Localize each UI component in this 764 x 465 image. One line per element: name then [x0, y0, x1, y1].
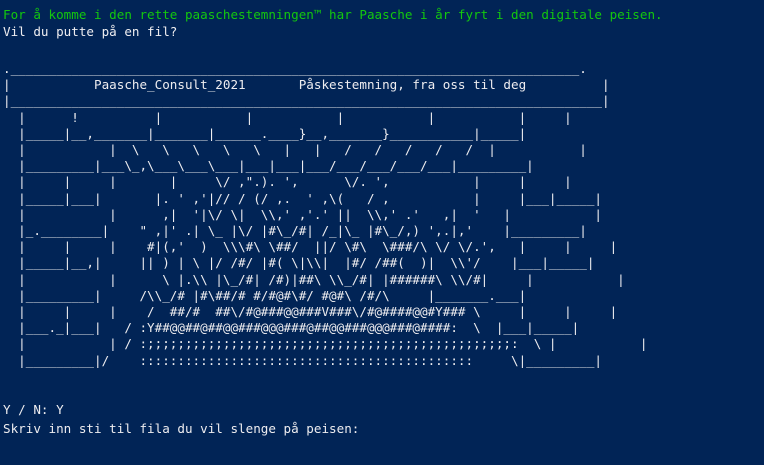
question-prompt: Vil du putte på en fil?: [3, 24, 178, 39]
intro-message: For å komme i den rette paaschestemninge…: [3, 7, 663, 22]
fireplace-ascii-art: ._______________________________________…: [3, 61, 648, 368]
answer-input-line: Y / N: Y: [3, 402, 64, 417]
terminal-window[interactable]: For å komme i den rette paaschestemninge…: [0, 0, 764, 465]
file-path-prompt[interactable]: Skriv inn sti til fila du vil slenge på …: [3, 421, 359, 437]
